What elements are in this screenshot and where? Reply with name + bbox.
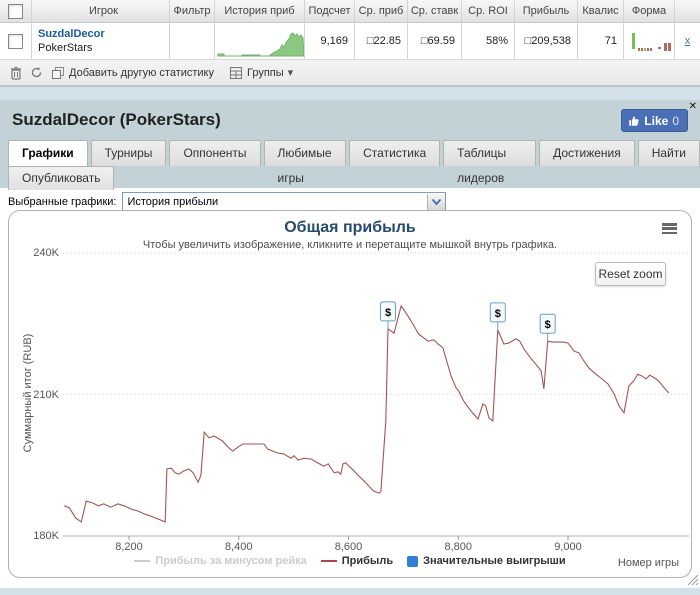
profit-value: □209,538 [515,23,578,59]
remove-cell: x [675,23,700,59]
tab-1[interactable]: Графики [8,140,88,167]
y-tick-label: 240K [33,247,59,259]
svg-text:$: $ [385,307,391,319]
close-icon[interactable]: ✕ [689,101,697,112]
avg-roi-value: 58% [462,23,515,59]
x-tick-label: 8,800 [444,541,473,553]
grid-toolbar: Добавить другую статистику Группы ▾ [0,60,700,86]
avg-profit-value: □22.85 [355,23,408,59]
page: Игрок Фильтр История приб Подсчет Ср. пр… [0,0,700,595]
col-header-avg-stake[interactable]: Ср. ставк [408,0,462,22]
chart-legend: Прибыль за минусом рейка Прибыль Значите… [50,555,650,567]
filter-cell[interactable] [170,23,215,59]
tab-bar-row2: Опубликовать [8,166,115,190]
col-header-count[interactable]: Подсчет [305,0,355,22]
chart-container: Общая прибыль Чтобы увеличить изображени… [8,210,692,578]
select-all-checkbox[interactable] [8,3,23,19]
legend-label: Прибыль [341,555,394,567]
legend-square-swatch [407,555,419,567]
legend-line-swatch [320,560,337,562]
avg-stake-value: □69.59 [408,23,462,59]
y-tick-label: 180K [33,530,59,542]
chart-selector-label: Выбранные графики: [8,196,117,208]
tab-8[interactable]: Найти [637,140,700,166]
count-value: 9,169 [305,23,355,59]
col-header-actions [675,0,700,22]
chart-select[interactable]: История прибыли [122,192,447,212]
tab-3[interactable]: Оппоненты [169,140,261,166]
chart-select-value: История прибыли [127,196,219,208]
refresh-icon[interactable] [29,65,44,80]
player-cell: SuzdalDecor PokerStars [32,23,170,59]
col-header-filter[interactable]: Фильтр [170,0,215,22]
delete-icon[interactable] [8,65,23,80]
like-count: 0 [672,113,679,128]
chevron-down-icon [432,199,442,205]
col-header-profit[interactable]: Прибыль [515,0,578,22]
select-all-cell [0,0,32,22]
add-statistic-icon [50,65,65,80]
resize-grip[interactable] [686,573,698,585]
tab-4[interactable]: Любимые игры [263,140,347,185]
groups-icon [228,65,243,80]
qualis-value: 71 [578,23,624,59]
player-name-link[interactable]: SuzdalDecor [38,27,105,41]
chart-selector-row: Выбранные графики: История прибыли [8,192,447,212]
tab-bar: Графики Турниры Оппоненты Любимые игры Стати… [8,140,700,185]
form-cell [624,23,675,59]
player-panel: SuzdalDecor (PokerStars) Like 0 ✕ График… [0,100,700,588]
x-tick-label: 8,200 [115,541,143,553]
history-sparkline-cell [215,23,305,59]
legend-line-swatch [134,560,151,562]
col-header-qualis[interactable]: Квалис [578,0,624,22]
y-tick-label: 210K [33,388,59,401]
add-statistic-label: Добавить другую статистику [69,66,214,79]
row-checkbox[interactable] [8,33,23,49]
thumbs-up-icon [629,115,639,126]
col-header-avg-roi[interactable]: Ср. ROI [462,0,515,22]
x-tick-label: 9,000 [554,541,582,553]
player-site: PokerStars [38,42,93,54]
tab-2[interactable]: Турниры [90,140,167,166]
add-statistic-button[interactable]: Добавить другую статистику [50,65,214,80]
x-tick-label: 8,400 [224,541,253,553]
remove-row-link[interactable]: x [685,35,691,47]
x-tick-label: 8,600 [334,541,363,553]
chart-plot-area[interactable]: $ $ $ [9,211,691,577]
row-select-cell [0,23,32,59]
col-header-form[interactable]: Форма [624,0,675,22]
tab-7[interactable]: Достижения [539,140,635,166]
tab-6[interactable]: Таблицы лидеров [443,140,537,185]
tab-5[interactable]: Статистика [349,140,441,166]
tab-publish[interactable]: Опубликовать [8,166,115,190]
table-row: SuzdalDecor PokerStars 9,169 □22.85 □69.… [0,23,700,60]
legend-label: Значительные выигрыши [423,555,566,567]
like-label: Like [644,113,669,128]
legend-item-profit[interactable]: Прибыль [320,555,394,567]
groups-caret-icon: ▾ [287,67,294,79]
groups-button[interactable]: Группы ▾ [228,65,293,80]
x-axis-title: Номер игры [617,557,679,569]
form-mini-bars [632,33,671,51]
col-header-history[interactable]: История приб [215,0,305,22]
like-button[interactable]: Like 0 [621,109,688,132]
groups-label: Группы [247,66,284,79]
profit-history-sparkline [217,31,304,56]
svg-text:$: $ [495,308,501,320]
stats-grid: Игрок Фильтр История приб Подсчет Ср. пр… [0,0,700,87]
col-header-avg-profit[interactable]: Ср. приб [355,0,408,22]
page-title: SuzdalDecor (PokerStars) [12,110,221,129]
legend-item-big-wins[interactable]: Значительные выигрыши [407,555,566,567]
svg-text:$: $ [545,319,551,331]
col-header-player[interactable]: Игрок [32,0,170,22]
stats-grid-header: Игрок Фильтр История приб Подсчет Ср. пр… [0,0,700,23]
legend-item-rake[interactable]: Прибыль за минусом рейка [134,555,307,567]
legend-label: Прибыль за минусом рейка [155,555,307,567]
chart-select-dropdown-button[interactable] [427,194,446,210]
